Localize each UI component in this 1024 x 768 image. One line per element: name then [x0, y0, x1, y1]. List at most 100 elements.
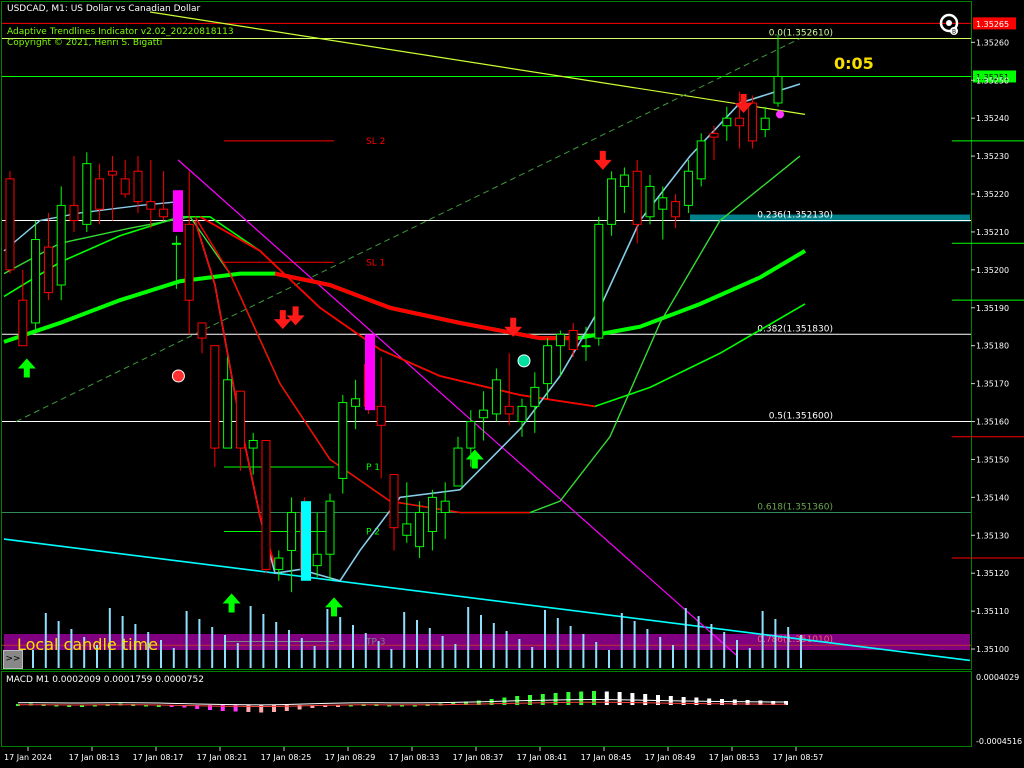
y-tick-label: 1.35200: [976, 266, 1009, 275]
fib-level-label: 0.618(1.351360): [757, 503, 833, 513]
level-label: P 1: [366, 463, 380, 473]
signal-bar-magenta: [365, 334, 375, 411]
candle: [274, 550, 284, 581]
level-label: SL 1: [366, 258, 385, 268]
candle: [709, 125, 719, 160]
candle: [415, 501, 425, 559]
signal-dot: [776, 110, 784, 119]
app-logo-icon[interactable]: B: [937, 12, 961, 36]
candle-body: [555, 333, 565, 347]
fib-level-label: 0.236(1.352130): [757, 211, 833, 221]
candle-body: [415, 512, 425, 548]
candle: [325, 493, 335, 581]
candle: [427, 489, 437, 551]
signal-bar-magenta: [173, 190, 183, 232]
candle-body: [5, 178, 15, 271]
ma-slow: [3, 249, 807, 344]
candle-body: [235, 390, 245, 449]
candle-body: [107, 170, 117, 176]
candle-body: [607, 178, 617, 225]
candle-body: [56, 204, 66, 286]
candle-body: [18, 299, 28, 347]
main-frame: [1, 1, 972, 670]
level-label: TP 3: [365, 637, 386, 647]
x-tick-label: 17 Jan 2024: [4, 753, 52, 762]
candle-body: [543, 345, 553, 385]
signal-dot: [171, 369, 185, 383]
candle-body: [402, 523, 412, 536]
x-tick-label: 17 Jan 08:37: [453, 753, 504, 762]
fib-level-label: 0.5(1.351600): [769, 412, 833, 422]
trendline-upper: [149, 11, 806, 115]
candle: [69, 156, 79, 232]
candle-body: [120, 178, 130, 195]
y-tick-label: 1.35210: [976, 228, 1009, 237]
candle-body: [479, 409, 489, 419]
macd-bar: [604, 691, 609, 705]
candle-body: [760, 117, 770, 131]
candle: [287, 497, 297, 593]
candle-body: [619, 174, 629, 187]
svg-text:B: B: [952, 29, 956, 36]
candle: [43, 212, 53, 301]
x-tick-label: 17 Jan 08:57: [773, 753, 824, 762]
candle-body: [287, 512, 297, 551]
macd-bar: [566, 692, 571, 705]
candle: [133, 156, 143, 213]
candle: [338, 394, 348, 494]
x-tick-label: 17 Jan 08:29: [325, 753, 376, 762]
candle-body: [645, 185, 655, 218]
y-tick-label: 1.35260: [976, 38, 1009, 47]
candle: [312, 512, 322, 577]
sell-arrow-icon: [273, 310, 292, 330]
candle: [5, 171, 15, 274]
macd-bar: [579, 691, 584, 705]
x-tick-label: 17 Jan 08:21: [197, 753, 248, 762]
x-tick-label: 17 Jan 08:53: [709, 753, 760, 762]
candle: [683, 159, 693, 213]
candle-body: [338, 402, 348, 479]
candle-body: [325, 500, 335, 555]
candle: [95, 163, 105, 225]
candle: [184, 171, 194, 335]
y-tick-label: 1.35240: [976, 114, 1009, 123]
y-tick-label: 1.35150: [976, 455, 1009, 464]
candle: [197, 322, 207, 354]
candle-body: [491, 379, 501, 415]
macd-label: MACD M1 0.0002009 0.0001759 0.0000752: [6, 675, 204, 685]
candle: [760, 106, 770, 138]
candle-body: [389, 474, 399, 529]
y-tick-label: 1.35130: [976, 531, 1009, 540]
candle-body: [504, 405, 514, 415]
candle-body: [312, 553, 322, 567]
sell-arrow-icon: [593, 150, 612, 170]
buy-arrow-icon: [17, 358, 36, 378]
candle: [594, 216, 604, 346]
candle: [376, 357, 386, 479]
candle-body: [735, 117, 745, 127]
y-tick-label: 1.35230: [976, 152, 1009, 161]
candle-body: [517, 405, 527, 423]
candle: [107, 156, 117, 221]
x-tick-label: 17 Jan 08:25: [261, 753, 312, 762]
candle-body: [632, 170, 642, 225]
bar-timer: 0:05: [834, 54, 874, 73]
price-tag-label: 1.35265: [976, 20, 1009, 29]
candle: [619, 167, 629, 213]
candle: [645, 175, 655, 225]
candle: [235, 390, 245, 471]
macd-bar: [553, 693, 558, 705]
candle-body: [69, 204, 79, 222]
candle: [504, 353, 514, 426]
y-tick-label: 1.35220: [976, 190, 1009, 199]
candle-body: [709, 132, 719, 138]
expand-button[interactable]: >>: [3, 650, 23, 669]
local-candle-time-label: Local candle time: [17, 635, 158, 654]
candle-body: [376, 405, 386, 426]
candle-body: [568, 330, 578, 350]
candle-body: [440, 500, 450, 514]
x-tick-label: 17 Jan 08:33: [389, 753, 440, 762]
candle: [632, 159, 642, 244]
ma-adaptive-red: [194, 216, 530, 514]
y-tick-label: 1.35250: [976, 76, 1009, 85]
